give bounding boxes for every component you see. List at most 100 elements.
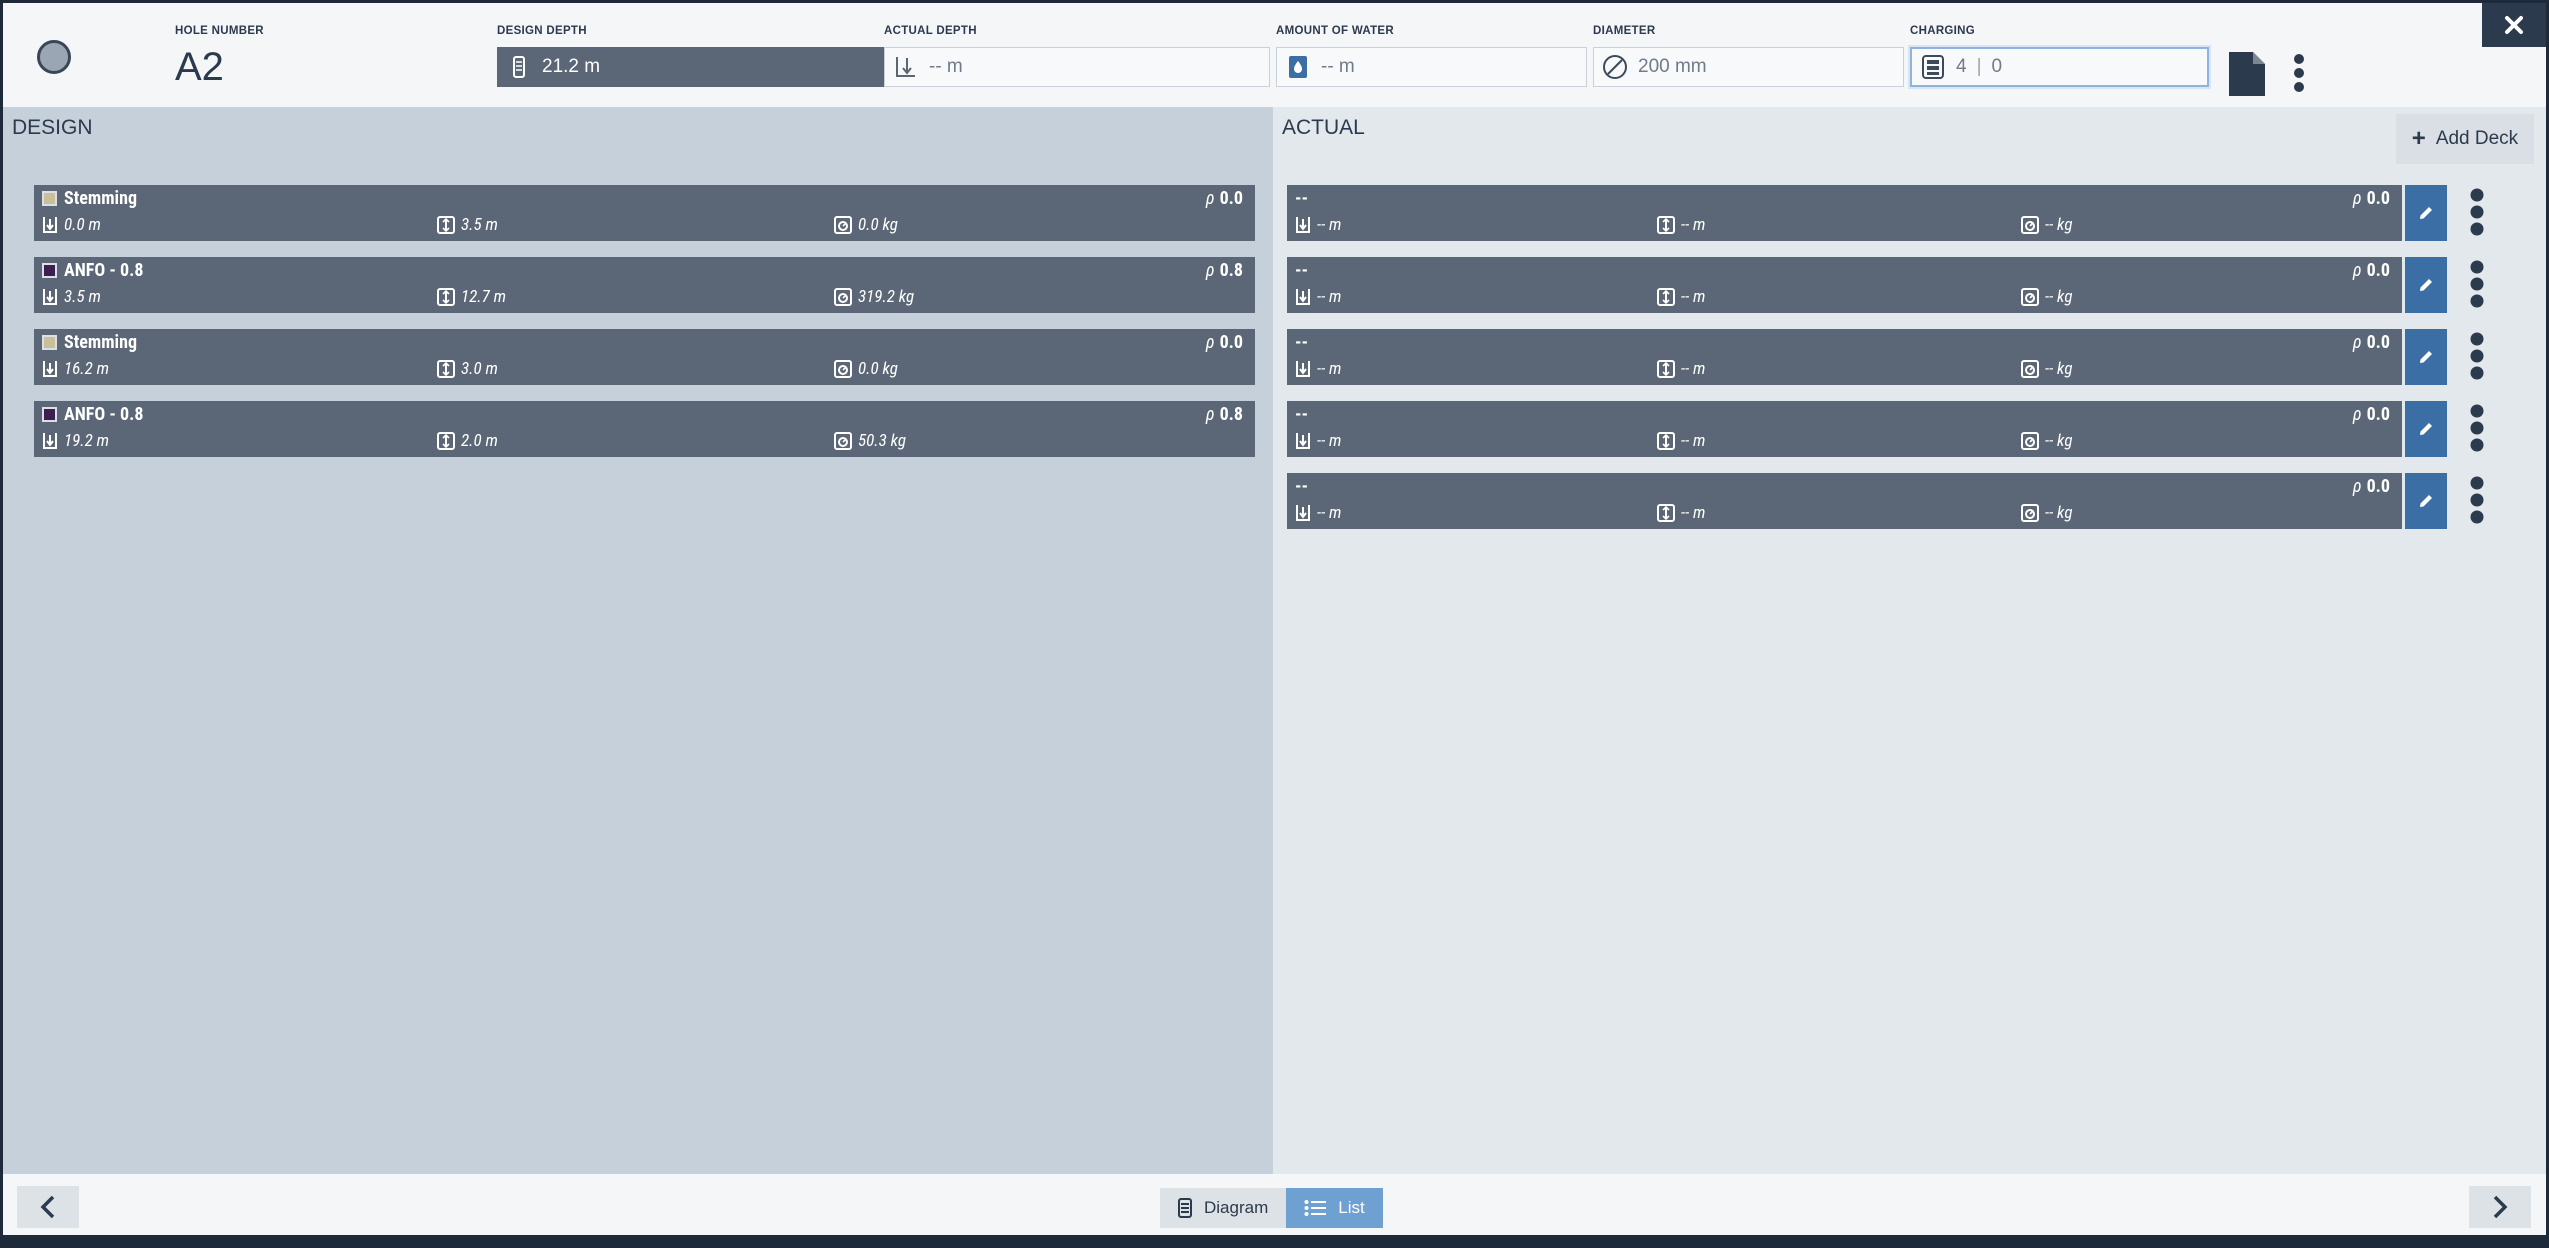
next-hole-button[interactable]	[2469, 1186, 2531, 1228]
more-vertical-icon[interactable]	[2293, 53, 2305, 93]
actual-deck-row[interactable]: -- ρ 0.0 -- m -- m -- kg	[1287, 329, 2402, 385]
deck-mass-icon	[2021, 288, 2039, 306]
deck-mass-icon	[834, 432, 852, 450]
deck-more-button[interactable]	[2469, 187, 2485, 237]
diameter-field[interactable]: 200 mm	[1593, 47, 1904, 87]
edit-deck-button[interactable]	[2405, 401, 2447, 457]
view-toggle: Diagram List	[1160, 1188, 1383, 1228]
deck-density: ρ 0.0	[2352, 476, 2390, 497]
deck-start: -- m	[1295, 503, 1341, 523]
deck-more-button[interactable]	[2469, 475, 2485, 525]
design-deck-row[interactable]: Stemming ρ 0.0 0.0 m 3.5 m 0.0 kg	[34, 185, 1255, 241]
actual-deck-row[interactable]: -- ρ 0.0 -- m -- m -- kg	[1287, 257, 2402, 313]
deck-density: ρ 0.8	[1205, 404, 1243, 425]
deck-start-icon	[1296, 217, 1310, 233]
hole-status-indicator[interactable]	[37, 40, 71, 74]
deck-name: ANFO - 0.8	[64, 260, 144, 281]
deck-mass: -- kg	[2021, 215, 2072, 235]
previous-hole-button[interactable]	[17, 1186, 79, 1228]
deck-length-icon	[1657, 216, 1675, 234]
deck-color-swatch	[42, 407, 57, 422]
add-deck-label: Add Deck	[2435, 128, 2519, 149]
close-button[interactable]	[2482, 3, 2546, 47]
actual-deck-row[interactable]: -- ρ 0.0 -- m -- m -- kg	[1287, 401, 2402, 457]
pencil-icon	[2420, 423, 2432, 435]
deck-more-button[interactable]	[2469, 331, 2485, 381]
design-deck-row[interactable]: Stemming ρ 0.0 16.2 m 3.0 m 0.0 kg	[34, 329, 1255, 385]
deck-name: Stemming	[64, 188, 138, 209]
deck-mass-icon	[2021, 432, 2039, 450]
deck-start: 3.5 m	[42, 287, 101, 307]
more-vertical-icon	[2470, 332, 2484, 380]
water-icon	[1285, 54, 1311, 80]
deck-mass-icon	[834, 216, 852, 234]
deck-start-icon	[1296, 505, 1310, 521]
more-vertical-icon	[2470, 476, 2484, 524]
deck-length: 3.5 m	[437, 215, 498, 235]
deck-density: ρ 0.0	[2352, 404, 2390, 425]
diameter-label: DIAMETER	[1593, 25, 1656, 37]
water-field[interactable]: -- m	[1276, 47, 1587, 87]
charging-design-count: 4	[1956, 56, 1967, 77]
deck-length: -- m	[1657, 287, 1705, 307]
deck-length-icon	[1657, 432, 1675, 450]
deck-mass: 319.2 kg	[834, 287, 914, 307]
charging-actual-count: 0	[1991, 56, 2003, 77]
deck-start-icon	[1296, 433, 1310, 449]
diagram-view-label: Diagram	[1204, 1198, 1269, 1217]
deck-length-icon	[1657, 288, 1675, 306]
edit-deck-button[interactable]	[2405, 257, 2447, 313]
actual-depth-value: -- m	[929, 56, 963, 77]
hole-number-value: A2	[175, 45, 224, 89]
document-icon[interactable]	[2229, 52, 2265, 96]
actual-depth-label: ACTUAL DEPTH	[884, 25, 977, 37]
deck-density: ρ 0.0	[1205, 188, 1243, 209]
diagram-icon	[1178, 1198, 1192, 1218]
actual-deck-row[interactable]: -- ρ 0.0 -- m -- m -- kg	[1287, 185, 2402, 241]
deck-density: ρ 0.0	[2352, 188, 2390, 209]
deck-length-icon	[437, 216, 455, 234]
deck-length: -- m	[1657, 431, 1705, 451]
plus-icon: +	[2411, 125, 2426, 152]
deck-mass: -- kg	[2021, 359, 2072, 379]
charging-label: CHARGING	[1910, 25, 1976, 37]
actual-title: ACTUAL	[1282, 116, 1365, 139]
footer-bar: Diagram List	[3, 1174, 2546, 1235]
deck-mass: 0.0 kg	[834, 359, 898, 379]
deck-start-icon	[1296, 361, 1310, 377]
deck-name: --	[1295, 332, 1308, 353]
deck-mass-icon	[834, 288, 852, 306]
design-deck-row[interactable]: ANFO - 0.8 ρ 0.8 3.5 m 12.7 m 319.2 kg	[34, 257, 1255, 313]
list-view-button[interactable]: List	[1286, 1188, 1383, 1228]
chevron-left-icon	[40, 1195, 55, 1219]
deck-length: 12.7 m	[437, 287, 506, 307]
actual-deck-row[interactable]: -- ρ 0.0 -- m -- m -- kg	[1287, 473, 2402, 529]
pencil-icon	[2420, 351, 2432, 363]
edit-deck-button[interactable]	[2405, 473, 2447, 529]
list-view-label: List	[1338, 1198, 1365, 1217]
deck-name: --	[1295, 188, 1308, 209]
charging-icon	[1920, 54, 1946, 80]
charging-field[interactable]: 4 | 0	[1910, 47, 2209, 87]
design-deck-row[interactable]: ANFO - 0.8 ρ 0.8 19.2 m 2.0 m 50.3 kg	[34, 401, 1255, 457]
deck-color-swatch	[42, 335, 57, 350]
deck-mass: -- kg	[2021, 287, 2072, 307]
pencil-icon	[2420, 495, 2432, 507]
deck-more-button[interactable]	[2469, 403, 2485, 453]
deck-start: 0.0 m	[42, 215, 101, 235]
edit-deck-button[interactable]	[2405, 185, 2447, 241]
deck-start: -- m	[1295, 359, 1341, 379]
deck-more-button[interactable]	[2469, 259, 2485, 309]
deck-density: ρ 0.0	[2352, 260, 2390, 281]
more-vertical-icon	[2470, 404, 2484, 452]
diagram-view-button[interactable]: Diagram	[1160, 1188, 1287, 1228]
hole-number-label: HOLE NUMBER	[175, 25, 264, 37]
actual-depth-field[interactable]: -- m	[884, 47, 1270, 87]
add-deck-button[interactable]: + Add Deck	[2396, 114, 2534, 164]
deck-start-icon	[43, 433, 57, 449]
deck-length-icon	[437, 288, 455, 306]
edit-deck-button[interactable]	[2405, 329, 2447, 385]
deck-name: --	[1295, 404, 1308, 425]
design-title: DESIGN	[12, 116, 93, 139]
deck-start-icon	[1296, 289, 1310, 305]
